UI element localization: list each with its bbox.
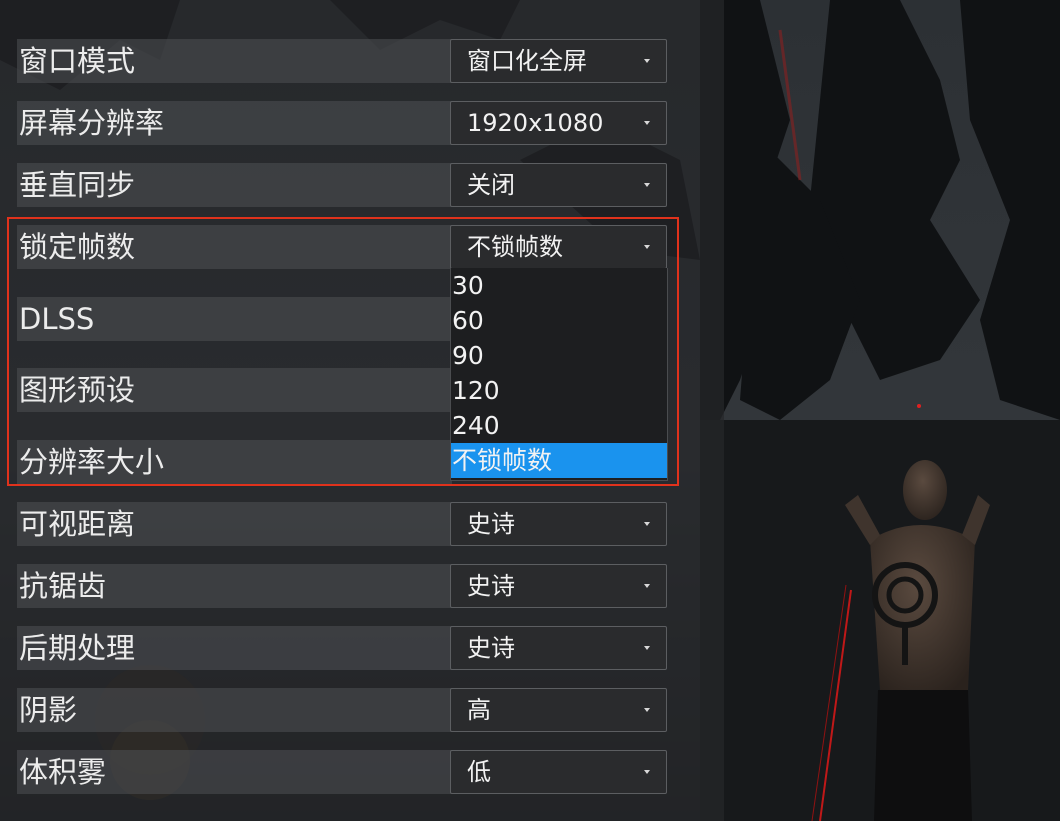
dropdown-value: 1920x1080	[467, 109, 604, 137]
chevron-down-icon	[644, 708, 650, 712]
setting-row-anti-aliasing: 抗锯齿 史诗	[17, 564, 667, 608]
dropdown-value: 史诗	[467, 634, 515, 662]
chevron-down-icon	[644, 584, 650, 588]
chevron-down-icon	[644, 59, 650, 63]
setting-label: 屏幕分辨率	[17, 101, 452, 145]
setting-label: 分辨率大小	[17, 440, 452, 484]
setting-label: DLSS	[17, 297, 452, 341]
setting-row-frame-lock: 锁定帧数 不锁帧数	[17, 225, 667, 269]
setting-row-view-distance: 可视距离 史诗	[17, 502, 667, 546]
setting-label: 后期处理	[17, 626, 452, 670]
chevron-down-icon	[644, 522, 650, 526]
dropdown-value: 不锁帧数	[467, 233, 563, 261]
dropdown-value: 高	[467, 696, 491, 724]
setting-label: 窗口模式	[17, 39, 452, 83]
resolution-dropdown[interactable]: 1920x1080	[450, 101, 667, 145]
setting-row-post-processing: 后期处理 史诗	[17, 626, 667, 670]
chevron-down-icon	[644, 245, 650, 249]
chevron-down-icon	[644, 770, 650, 774]
dropdown-value: 史诗	[467, 510, 515, 538]
vsync-dropdown[interactable]: 关闭	[450, 163, 667, 207]
setting-row-shadows: 阴影 高	[17, 688, 667, 732]
option-90[interactable]: 90	[451, 338, 667, 373]
option-240[interactable]: 240	[451, 408, 667, 443]
frame-lock-dropdown[interactable]: 不锁帧数	[450, 225, 667, 269]
setting-row-resolution: 屏幕分辨率 1920x1080	[17, 101, 667, 145]
anti-aliasing-dropdown[interactable]: 史诗	[450, 564, 667, 608]
option-60[interactable]: 60	[451, 303, 667, 338]
setting-label: 可视距离	[17, 502, 452, 546]
option-unlocked[interactable]: 不锁帧数	[451, 443, 667, 478]
option-30[interactable]: 30	[451, 268, 667, 303]
chevron-down-icon	[644, 121, 650, 125]
dropdown-value: 低	[467, 758, 491, 786]
volumetric-fog-dropdown[interactable]: 低	[450, 750, 667, 794]
setting-label: 垂直同步	[17, 163, 452, 207]
setting-label: 体积雾	[17, 750, 452, 794]
dropdown-value: 史诗	[467, 572, 515, 600]
frame-lock-options-list: 30 60 90 120 240 不锁帧数	[450, 268, 668, 481]
setting-label: 图形预设	[17, 368, 452, 412]
post-processing-dropdown[interactable]: 史诗	[450, 626, 667, 670]
option-120[interactable]: 120	[451, 373, 667, 408]
dropdown-value: 关闭	[467, 171, 515, 199]
dropdown-value: 窗口化全屏	[467, 47, 587, 75]
view-distance-dropdown[interactable]: 史诗	[450, 502, 667, 546]
setting-label: 锁定帧数	[17, 225, 452, 269]
shadows-dropdown[interactable]: 高	[450, 688, 667, 732]
setting-label: 阴影	[17, 688, 452, 732]
setting-label: 抗锯齿	[17, 564, 452, 608]
setting-row-window-mode: 窗口模式 窗口化全屏	[17, 39, 667, 83]
chevron-down-icon	[644, 183, 650, 187]
chevron-down-icon	[644, 646, 650, 650]
setting-row-volumetric-fog: 体积雾 低	[17, 750, 667, 794]
window-mode-dropdown[interactable]: 窗口化全屏	[450, 39, 667, 83]
setting-row-vsync: 垂直同步 关闭	[17, 163, 667, 207]
